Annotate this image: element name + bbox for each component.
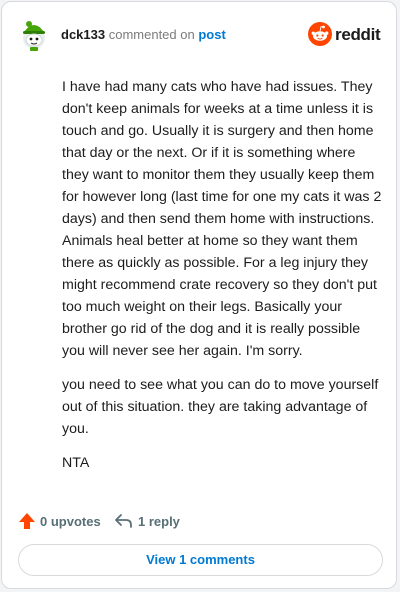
view-comments-button[interactable]: View 1 comments — [18, 544, 383, 576]
reply-count: 1 reply — [138, 513, 180, 529]
snoo-avatar-icon[interactable] — [20, 20, 48, 52]
reddit-brand[interactable]: reddit — [308, 20, 382, 50]
comment-paragraph: you need to see what you can do to move … — [62, 377, 379, 437]
comment-header: dck133 commented on post reddit — [20, 20, 382, 54]
username-link[interactable]: dck133 — [61, 27, 105, 42]
brand-wordmark: reddit — [335, 25, 381, 44]
reply-button[interactable]: 1 reply — [114, 510, 180, 532]
comment-attribution: dck133 commented on post — [61, 27, 226, 43]
comment-card: dck133 commented on post reddit I have h… — [1, 1, 397, 589]
upvote-count: 0 upvotes — [40, 513, 101, 529]
comment-paragraph: I have had many cats who have had issues… — [62, 79, 382, 359]
reddit-logo-icon — [308, 22, 332, 46]
comment-paragraph: NTA — [62, 455, 90, 471]
upvote-arrow-icon — [19, 513, 35, 529]
upvote-button[interactable]: 0 upvotes — [18, 510, 101, 532]
comment-body: I have had many cats who have had issues… — [62, 76, 384, 486]
comment-actions: 0 upvotes 1 reply — [18, 510, 380, 534]
action-text: commented on — [108, 27, 195, 42]
post-link[interactable]: post — [198, 27, 225, 42]
reply-arrow-icon — [115, 514, 132, 528]
